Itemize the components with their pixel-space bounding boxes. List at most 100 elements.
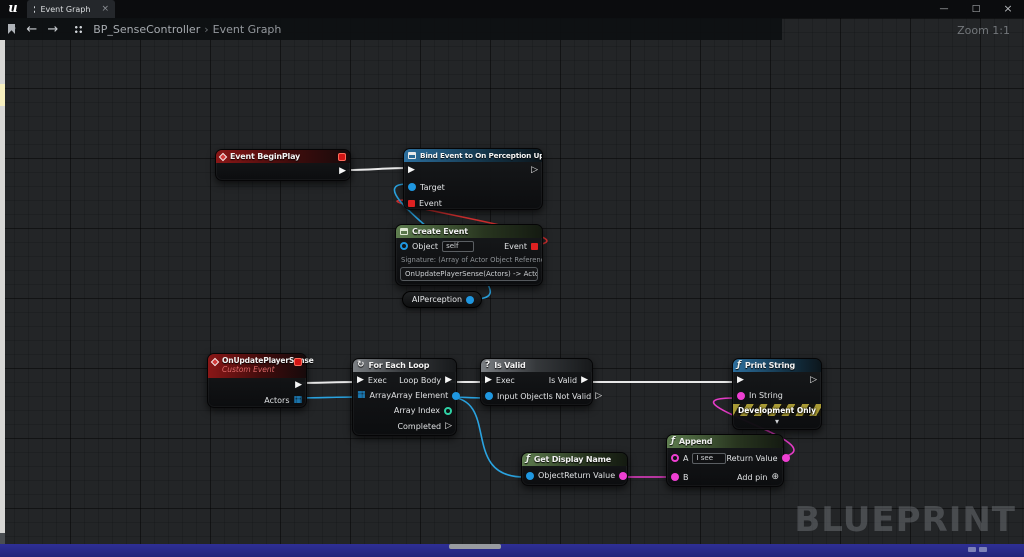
horizontal-scrollbar-thumb[interactable] xyxy=(449,544,501,549)
node-print-string[interactable]: ƒ Print String ▶ ▷ In String Development… xyxy=(732,358,822,430)
expand-node-chevron[interactable]: ▾ xyxy=(733,416,821,427)
array-index-pin[interactable] xyxy=(444,407,452,415)
loop-icon: ↻ xyxy=(357,361,365,370)
development-only-banner: Development Only xyxy=(733,404,821,416)
array-element-label: Array Element xyxy=(391,391,448,400)
loop-body-label: Loop Body xyxy=(399,376,441,385)
graph-toolbar: ∨ ← → BP_SenseController › Event Graph xyxy=(0,18,782,40)
exec-out-pin[interactable]: ▶ xyxy=(295,381,302,390)
function-icon: ƒ xyxy=(526,455,530,464)
collapsed-panel-edge[interactable] xyxy=(0,40,5,533)
window-close-button[interactable]: × xyxy=(992,0,1024,18)
exec-out-pin[interactable]: ▷ xyxy=(531,166,538,175)
a-pin[interactable] xyxy=(671,454,679,462)
panel-edge-highlight xyxy=(0,84,5,106)
status-bar xyxy=(0,544,1024,557)
function-icon: ƒ xyxy=(737,361,741,370)
node-onupdateplayersense[interactable]: OnUpdatePlayerSense Custom Event ▶ Actor… xyxy=(207,353,307,408)
completed-pin[interactable]: ▷ xyxy=(445,422,452,431)
graph-icon xyxy=(74,25,83,34)
add-pin-icon[interactable]: ⊕ xyxy=(771,473,779,482)
b-pin-label: B xyxy=(683,473,689,482)
bookmark-icon xyxy=(8,24,15,34)
event-delegate-pin[interactable] xyxy=(408,200,415,207)
window-minimize-button[interactable]: — xyxy=(928,0,960,18)
input-object-pin[interactable] xyxy=(485,392,493,400)
status-glyph xyxy=(968,547,976,552)
array-index-label: Array Index xyxy=(394,406,440,415)
event-badge-icon xyxy=(294,358,302,366)
array-in-pin[interactable]: ▦ xyxy=(357,391,366,400)
breadcrumb-current[interactable]: Event Graph xyxy=(213,23,282,36)
exec-pin-label: Exec xyxy=(496,376,515,385)
target-pin-label: Target xyxy=(420,183,445,192)
event-out-label: Event xyxy=(504,242,527,251)
actors-pin-label: Actors xyxy=(264,396,289,405)
object-pin[interactable] xyxy=(400,242,408,250)
function-icon: ƒ xyxy=(671,437,675,446)
target-pin[interactable] xyxy=(408,183,416,191)
array-pin-label: Array xyxy=(370,391,392,400)
object-pin-label: Object xyxy=(412,242,438,251)
is-not-valid-pin[interactable]: ▷ xyxy=(595,392,602,401)
completed-label: Completed xyxy=(397,422,441,431)
is-valid-pin[interactable]: ▶ xyxy=(581,376,588,385)
breadcrumb-separator-icon: › xyxy=(204,23,208,36)
object-pin[interactable] xyxy=(526,472,534,480)
return-value-pin[interactable] xyxy=(782,454,790,462)
node-for-each-loop[interactable]: ↻ For Each Loop ▶ Exec Loop Body ▶ ▦ Arr… xyxy=(352,358,457,436)
a-pin-label: A xyxy=(683,454,688,463)
exec-in-pin[interactable]: ▶ xyxy=(357,376,364,385)
window-maximize-button[interactable]: □ xyxy=(960,0,992,18)
event-delegate-out-pin[interactable] xyxy=(531,243,538,250)
signature-dropdown[interactable]: OnUpdatePlayerSense(Actors) -> Actors ▾ xyxy=(400,267,538,281)
add-pin-label: Add pin xyxy=(737,473,767,482)
panel-edge-bottom xyxy=(0,533,5,544)
actors-array-pin[interactable]: ▦ xyxy=(293,396,302,405)
node-create-event[interactable]: Create Event Object Event Signature: (Ar… xyxy=(395,224,543,286)
return-value-label: Return Value xyxy=(564,471,615,480)
node-is-valid[interactable]: ? Is Valid ▶ Exec Is Valid ▶ Input Objec… xyxy=(480,358,593,406)
a-value-field[interactable] xyxy=(692,453,726,464)
exec-pin-label: Exec xyxy=(368,376,387,385)
exec-in-pin[interactable]: ▶ xyxy=(485,376,492,385)
b-pin[interactable] xyxy=(671,473,679,481)
node-get-display-name[interactable]: ƒ Get Display Name Object Return Value xyxy=(521,452,628,486)
event-icon xyxy=(211,358,219,366)
event-pin-label: Event xyxy=(419,199,442,208)
is-not-valid-label: Is Not Valid xyxy=(546,392,591,401)
exec-out-pin[interactable]: ▷ xyxy=(810,376,817,385)
aiperception-out-pin[interactable] xyxy=(466,296,474,304)
return-value-pin[interactable] xyxy=(619,472,627,480)
node-append[interactable]: ƒ Append A Return Value B Add pin ⊕ xyxy=(666,434,784,487)
forward-button[interactable]: → xyxy=(47,23,58,36)
create-event-icon xyxy=(400,228,408,235)
is-valid-label: Is Valid xyxy=(549,376,577,385)
breadcrumb-root[interactable]: BP_SenseController xyxy=(93,23,200,36)
tab-close-icon[interactable]: × xyxy=(101,5,109,14)
node-event-beginplay[interactable]: Event BeginPlay ▶ xyxy=(215,149,351,181)
bind-event-icon xyxy=(408,152,416,159)
node-aiperception-getter[interactable]: AIPerception xyxy=(402,291,482,308)
tab-event-graph[interactable]: Event Graph × xyxy=(27,0,115,18)
bookmarks-button[interactable]: ∨ xyxy=(8,24,16,34)
array-element-pin[interactable] xyxy=(452,392,460,400)
node-bind-event[interactable]: Bind Event to On Perception Updated ▶ ▷ … xyxy=(403,148,543,210)
zoom-level-indicator: Zoom 1:1 xyxy=(957,24,1010,37)
signature-dropdown-value: OnUpdatePlayerSense(Actors) -> Actors xyxy=(405,270,538,278)
graph-tab-icon xyxy=(33,5,35,14)
loop-body-pin[interactable]: ▶ xyxy=(445,376,452,385)
back-button[interactable]: ← xyxy=(26,23,37,36)
event-badge-icon xyxy=(338,153,346,161)
window-titlebar: u Event Graph × — □ × xyxy=(0,0,1024,18)
exec-out-pin[interactable]: ▶ xyxy=(339,167,346,176)
object-value-field[interactable] xyxy=(442,241,474,252)
in-string-pin[interactable] xyxy=(737,392,745,400)
exec-in-pin[interactable]: ▶ xyxy=(408,166,415,175)
return-value-label: Return Value xyxy=(726,454,777,463)
blueprint-watermark: BLUEPRINT xyxy=(794,500,1016,540)
signature-text: Signature: (Array of Actor Object Refere… xyxy=(396,254,542,266)
unreal-logo-icon: u xyxy=(5,1,21,17)
exec-in-pin[interactable]: ▶ xyxy=(737,376,744,385)
blueprint-editor-window: BLUEPRINT Event BeginPlay ▶ Bind Event t… xyxy=(0,0,1024,557)
